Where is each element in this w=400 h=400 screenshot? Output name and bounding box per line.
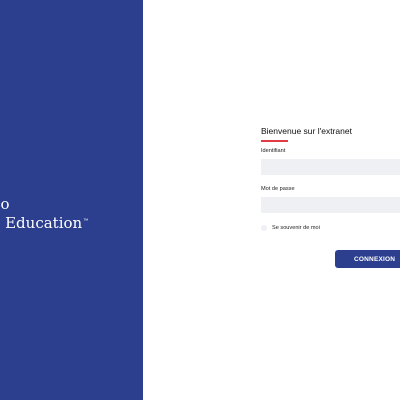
remember-me-label[interactable]: Se souvenir de moi xyxy=(272,225,320,231)
brand-logo-line1: ileo xyxy=(0,195,10,213)
page-title: Bienvenue sur l'extranet xyxy=(261,126,352,136)
title-underline xyxy=(261,140,288,142)
brand-logo-line2-text: bal Education xyxy=(0,214,83,232)
identifiant-input[interactable] xyxy=(261,159,400,175)
trademark-symbol: ™ xyxy=(83,218,89,224)
login-button[interactable]: CONNEXION xyxy=(335,250,400,268)
brand-logo: ileo bal Education™ xyxy=(0,196,88,232)
password-label: Mot de passe xyxy=(261,186,295,192)
remember-me-checkbox[interactable] xyxy=(261,225,267,231)
identifiant-label: Identifiant xyxy=(261,148,286,154)
brand-logo-line2: bal Education™ xyxy=(0,213,88,232)
remember-me-row[interactable]: Se souvenir de moi xyxy=(261,225,320,231)
login-form: Bienvenue sur l'extranet Identifiant Mot… xyxy=(261,0,400,400)
password-input[interactable] xyxy=(261,197,400,213)
login-panel: Bienvenue sur l'extranet Identifiant Mot… xyxy=(143,0,400,400)
brand-panel: ileo bal Education™ xyxy=(0,0,143,400)
